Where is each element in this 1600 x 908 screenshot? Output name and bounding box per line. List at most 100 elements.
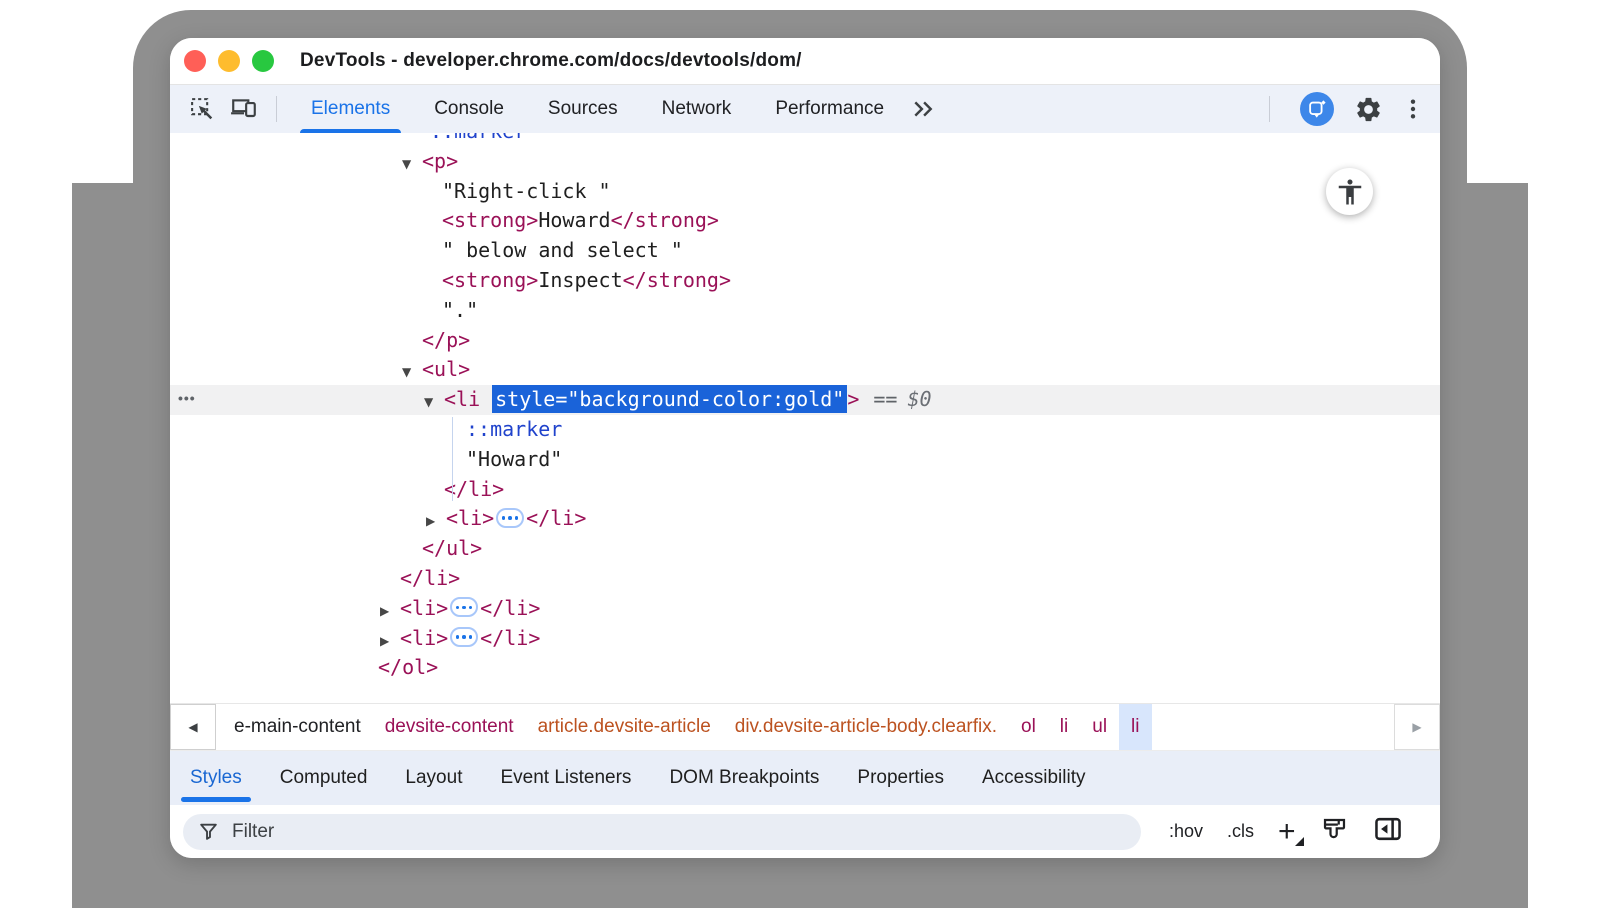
children-indent-guide (452, 417, 453, 501)
dom-tree-row[interactable]: </ol> (170, 653, 1440, 683)
elements-panel-dom-tree: ::marker▼<p>"Right-click "<strong>Howard… (170, 133, 1440, 703)
page: DevTools - developer.chrome.com/docs/dev… (0, 0, 1600, 908)
tab-elements[interactable]: Elements (289, 85, 412, 133)
row-context-dots-icon[interactable]: ••• (178, 384, 196, 414)
tab-sources[interactable]: Sources (526, 85, 640, 133)
dom-tree-row[interactable]: "." (170, 296, 1440, 326)
token-pseudo: ::marker (430, 133, 526, 143)
styles-filter-input[interactable]: Filter (183, 814, 1141, 850)
breadcrumb-item[interactable]: article.devsite-article (526, 704, 723, 750)
sidebar-panel-tabs: Styles Computed Layout Event Listeners DOM B… (170, 750, 1440, 805)
minimize-window-button[interactable] (218, 50, 240, 72)
breadcrumb-scroll-left-button[interactable]: ◀ (170, 704, 216, 750)
dom-tree-row[interactable]: <strong>Howard</strong> (170, 206, 1440, 236)
panel-tab-layout[interactable]: Layout (405, 751, 462, 805)
breadcrumb-scroll-right-button[interactable]: ▶ (1394, 704, 1440, 750)
token-tag: <p> (422, 149, 458, 173)
token-dollar: $0 (907, 387, 931, 411)
dom-tree: ::marker▼<p>"Right-click "<strong>Howard… (170, 133, 1440, 683)
ai-assistance-icon[interactable] (1300, 92, 1334, 126)
panel-tab-dom-breakpoints[interactable]: DOM Breakpoints (669, 751, 819, 805)
new-style-rule-button[interactable]: + (1278, 817, 1296, 847)
dom-tree-row[interactable]: </li> (170, 564, 1440, 594)
expand-arrow-icon[interactable]: ▶ (426, 507, 446, 537)
settings-gear-icon[interactable] (1352, 93, 1384, 125)
dom-tree-row[interactable]: " below and select " (170, 236, 1440, 266)
collapse-arrow-icon[interactable]: ▼ (402, 358, 422, 388)
panel-tab-styles[interactable]: Styles (190, 751, 242, 805)
breadcrumb-item-selected[interactable]: li (1119, 704, 1151, 750)
dom-tree-row[interactable]: ::marker (170, 133, 1440, 147)
token-text: "." (442, 298, 478, 322)
collapsed-content-pill[interactable] (450, 597, 478, 617)
collapse-arrow-icon[interactable]: ▼ (424, 388, 444, 418)
dock-sidebar-toggle-icon[interactable] (1373, 815, 1403, 848)
breadcrumb-item[interactable]: li (1048, 704, 1080, 750)
title-bar: DevTools - developer.chrome.com/docs/dev… (170, 38, 1440, 85)
toggle-pseudo-state-button[interactable]: :hov (1169, 821, 1203, 842)
devtools-toolbar: ElementsConsoleSourcesNetworkPerformance (170, 85, 1440, 133)
token-tag: <li (444, 387, 480, 411)
panel-tab-accessibility[interactable]: Accessibility (982, 751, 1085, 805)
token-eq: == (873, 387, 897, 411)
toolbar-right-controls (1263, 85, 1424, 133)
breadcrumb: e-main-contentdevsite-contentarticle.dev… (216, 704, 1152, 750)
dom-tree-row[interactable]: ▼<p> (170, 147, 1440, 177)
dom-tree-row[interactable]: ▼<ul> (170, 355, 1440, 385)
dom-tree-row[interactable]: </p> (170, 326, 1440, 356)
panel-tab-properties[interactable]: Properties (857, 751, 944, 805)
token-tag: <ul> (422, 357, 470, 381)
dom-tree-row[interactable]: ▶<li></li> (170, 594, 1440, 624)
filter-funnel-icon (198, 821, 219, 842)
token-tag: </ol> (378, 655, 438, 679)
collapsed-content-pill[interactable] (450, 627, 478, 647)
token-pseudo: ::marker (466, 417, 562, 441)
token-tag: </li> (400, 566, 460, 590)
dom-tree-row[interactable]: <strong>Inspect</strong> (170, 266, 1440, 296)
dom-tree-row[interactable]: </li> (170, 475, 1440, 505)
token-tag: <strong> (442, 208, 538, 232)
accessibility-overlay-button[interactable] (1326, 168, 1373, 215)
corner-triangle-icon (1295, 837, 1304, 846)
dom-tree-row[interactable]: ▶<li></li> (170, 504, 1440, 534)
more-tabs-icon[interactable] (910, 98, 936, 120)
dom-tree-row[interactable]: ▶<li></li> (170, 624, 1440, 654)
inspect-element-icon[interactable] (186, 93, 218, 125)
dom-tree-row[interactable]: </ul> (170, 534, 1440, 564)
collapse-arrow-icon[interactable]: ▼ (402, 150, 422, 180)
dom-tree-row[interactable]: "Right-click " (170, 177, 1440, 207)
close-window-button[interactable] (184, 50, 206, 72)
token-tag: </p> (422, 328, 470, 352)
tab-performance[interactable]: Performance (753, 85, 906, 133)
dom-tree-row[interactable]: ::marker (170, 415, 1440, 445)
breadcrumb-item[interactable]: e-main-content (222, 704, 373, 750)
token-tag: > (847, 387, 859, 411)
tab-console[interactable]: Console (412, 85, 526, 133)
more-options-kebab-icon[interactable] (1402, 93, 1424, 125)
rendering-emulation-brush-icon[interactable] (1320, 815, 1349, 849)
device-toolbar-icon[interactable] (228, 93, 260, 125)
token-tag: <li> (446, 506, 494, 530)
token-text: Inspect (538, 268, 622, 292)
panel-tab-computed[interactable]: Computed (280, 751, 368, 805)
filter-placeholder: Filter (232, 821, 274, 843)
toolbar-divider (1269, 96, 1270, 122)
token-tag: </li> (444, 477, 504, 501)
panel-tab-event-listeners[interactable]: Event Listeners (500, 751, 631, 805)
breadcrumb-item[interactable]: div.devsite-article-body.clearfix. (723, 704, 1009, 750)
dom-tree-row[interactable]: "Howard" (170, 445, 1440, 475)
attribute-edit-selection[interactable]: style="background-color:gold" (492, 385, 847, 413)
toggle-element-classes-button[interactable]: .cls (1227, 821, 1254, 842)
zoom-window-button[interactable] (252, 50, 274, 72)
token-text: "Right-click " (442, 179, 611, 203)
breadcrumb-item[interactable]: ul (1080, 704, 1119, 750)
toolbar-divider (276, 96, 277, 122)
expand-arrow-icon[interactable]: ▶ (380, 597, 400, 627)
breadcrumb-item[interactable]: devsite-content (373, 704, 526, 750)
expand-arrow-icon[interactable]: ▶ (380, 627, 400, 657)
token-tag: <strong> (442, 268, 538, 292)
tab-network[interactable]: Network (640, 85, 754, 133)
collapsed-content-pill[interactable] (496, 508, 524, 528)
breadcrumb-item[interactable]: ol (1009, 704, 1048, 750)
dom-tree-row-selected[interactable]: ••• ▼<li style="background-color:gold"> == $… (170, 385, 1440, 415)
